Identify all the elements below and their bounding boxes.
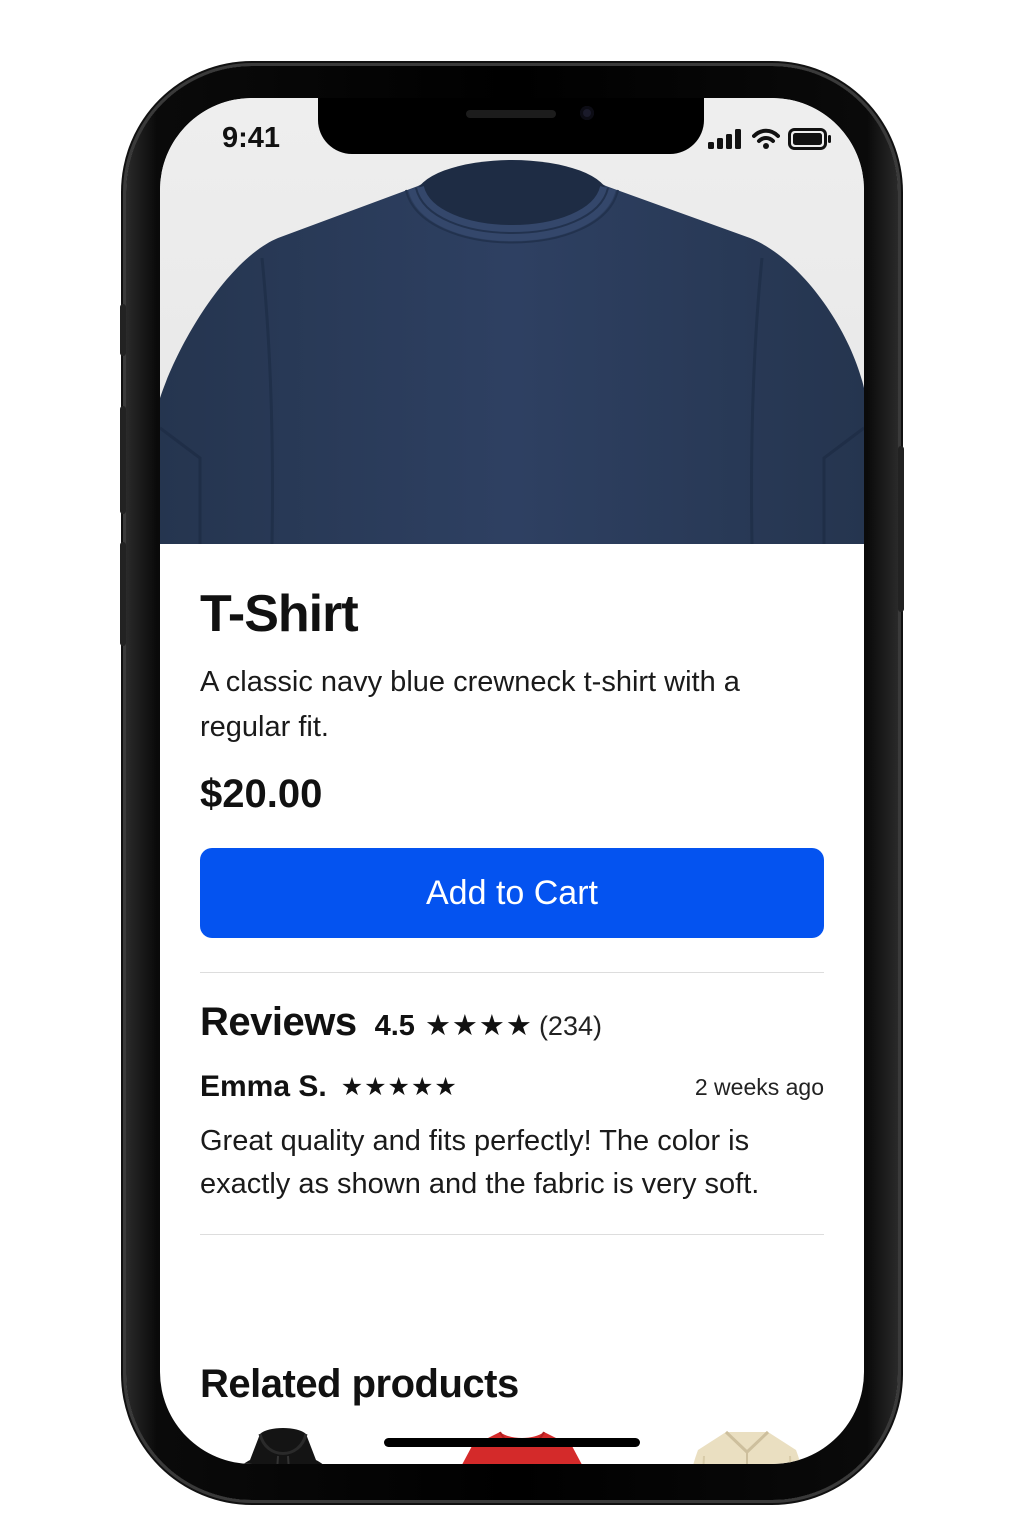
product-description: A classic navy blue crewneck t-shirt wit… xyxy=(200,666,740,743)
reviews-header: Reviews 4.5 ★★★★ (234) xyxy=(200,1000,602,1045)
home-indicator[interactable] xyxy=(384,1438,640,1447)
review-header: Emma S. ★★★★★ 2 weeks ago xyxy=(200,1070,824,1104)
status-icons xyxy=(708,128,832,150)
wifi-icon xyxy=(752,128,780,149)
speaker xyxy=(466,110,556,118)
navy-tshirt-image xyxy=(160,160,864,545)
add-to-cart-button[interactable]: Add to Cart xyxy=(200,848,824,938)
volume-down-button xyxy=(120,542,126,646)
rating-stars: ★★★★ xyxy=(424,1010,533,1042)
power-button xyxy=(898,446,904,612)
status-time: 9:41 xyxy=(222,122,281,154)
battery-icon xyxy=(788,128,831,150)
reviewer-name: Emma S. xyxy=(200,1070,327,1103)
notch xyxy=(318,98,704,154)
related-products-title: Related products xyxy=(200,1362,519,1406)
silent-switch xyxy=(120,304,126,356)
black-hoodie-image xyxy=(243,1428,323,1464)
related-product-shirt[interactable] xyxy=(674,1426,820,1464)
review-date: 2 weeks ago xyxy=(694,1073,824,1100)
reviews-title: Reviews xyxy=(200,1000,357,1044)
signal-icon xyxy=(708,129,741,149)
related-product-hoodie[interactable] xyxy=(208,1426,358,1464)
rating-value: 4.5 xyxy=(374,1010,415,1042)
reviewer-stars: ★★★★★ xyxy=(340,1073,458,1101)
divider xyxy=(200,1234,824,1235)
review-text: Great quality and fits perfectly! The co… xyxy=(200,1125,760,1200)
camera-icon xyxy=(580,106,594,120)
volume-up-button xyxy=(120,406,126,514)
divider xyxy=(200,972,824,973)
review-count[interactable]: (234) xyxy=(539,1011,602,1042)
product-title: T-Shirt xyxy=(200,585,359,643)
product-price: $20.00 xyxy=(200,772,323,816)
screen: 9:41 T-Shirt A classic navy blue crewnec… xyxy=(160,98,864,1464)
product-image xyxy=(160,98,864,545)
beige-shirt-image xyxy=(693,1430,801,1464)
